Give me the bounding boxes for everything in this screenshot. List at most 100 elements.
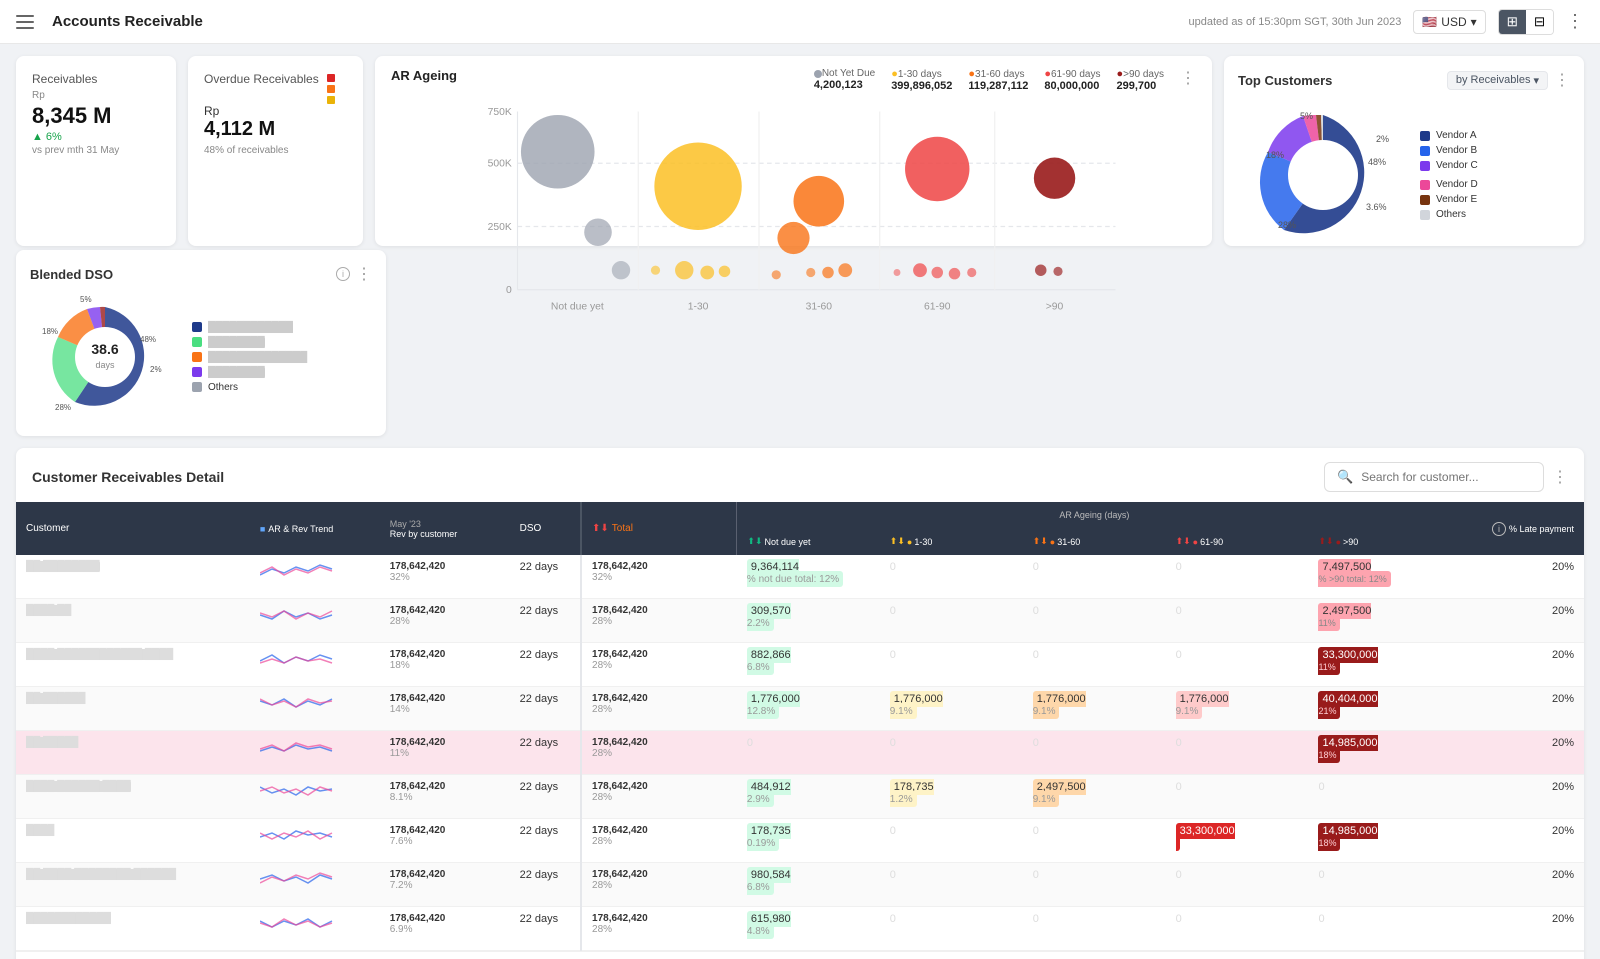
table-row-dso: 22 days [510,819,581,863]
others-color [1420,210,1430,220]
others-label: Others [1436,209,1466,220]
dso-segment-2 [192,337,202,347]
dso-info-icon[interactable]: i [336,267,350,281]
gt90-dot: ● [1116,68,1123,80]
receivables-amount: 8,345 M [32,103,160,129]
table-row-mini-chart [250,819,380,863]
svg-text:38.6: 38.6 [91,341,118,357]
table-row-not-due: 882,8666.8% [737,643,880,687]
sidebar-toggle-button[interactable] [16,10,40,34]
table-row-late-payment: 20% [1451,907,1584,951]
dso-content: 38.6 days 48% 28% 18% 5% 2% ████████████ [30,292,372,422]
svg-text:3.6%: 3.6% [1366,202,1387,212]
currency-selector[interactable]: 🇺🇸 USD ▾ [1413,10,1485,34]
table-row-customer: ████ ██ [16,599,250,643]
top-customers-donut-svg: 48% 28% 18% 5% 3.6% 2% [1238,100,1408,250]
ar-ageing-card: AR Ageing Not Yet Due 4,200,123 ● [375,56,1212,246]
legend-not-yet-due: Not Yet Due 4,200,123 [814,68,875,92]
legend-others: Others [1420,209,1478,220]
table-row-rev: 178,642,420 8.1% [380,775,510,819]
col-header-31-60: ⬆⬇ ● 31-60 [1023,528,1166,555]
overdue-header: Overdue Receivables [204,72,347,104]
table-row-late-payment: 20% [1451,863,1584,907]
table-row-not-due: 1,776,00012.8% [737,687,880,731]
table-view-button[interactable]: ⊟ [1526,10,1553,34]
overdue-bar-1 [327,74,335,82]
col-header-late-payment: i % Late payment [1451,502,1584,555]
svg-text:500K: 500K [488,159,512,170]
dso-segment-3 [192,352,202,362]
table-footer: Count: 36 vendors 125,678,924,231 456,80… [16,951,1584,959]
customer-search-input[interactable] [1361,470,1531,484]
header-right: updated as of 15:30pm SGT, 30th Jun 2023… [1189,9,1585,35]
table-row-customer: ████ ████████████ ████ [16,643,250,687]
svg-text:48%: 48% [1368,157,1386,167]
card-view-button[interactable]: ⊞ [1499,10,1526,34]
table-section-title: Customer Receivables Detail [32,469,224,485]
receivables-title: Receivables [32,72,160,86]
table-row-mini-chart [250,555,380,599]
table-row-mini-chart [250,863,380,907]
overdue-receivables-card: Overdue Receivables Rp 4,112 M 48% of re… [188,56,363,246]
col-header-1-30: ⬆⬇ ● 1-30 [880,528,1023,555]
table-row-mini-chart [250,907,380,951]
table-row-1-30: 178,7351.2% [880,775,1023,819]
table-row-mini-chart [250,775,380,819]
table-row-not-due: 9,364,114% not due total: 12% [737,555,880,599]
table-row-late-payment: 20% [1451,599,1584,643]
col-header-dso: DSO [510,502,581,555]
top-row: Receivables Rp 8,345 M ▲ 6% vs prev mth … [16,56,1584,246]
overdue-bars [327,74,335,104]
late-payment-info-icon[interactable]: i [1492,522,1506,536]
table-row-total: 178,642,420 28% [581,819,737,863]
table-row-1-30: 0 [880,555,1023,599]
table-row-61-90: 0 [1166,775,1309,819]
table-row-gt90: 14,985,00018% [1308,731,1451,775]
svg-text:18%: 18% [42,327,58,336]
table-row-total: 178,642,420 28% [581,643,737,687]
table-row-total: 178,642,420 28% [581,687,737,731]
table-row-customer: ██ ██████ [16,687,250,731]
ar-ageing-more-button[interactable]: ⋮ [1180,68,1196,92]
view-toggle: ⊞ ⊟ [1498,9,1554,35]
table-row-not-due: 178,7350.19% [737,819,880,863]
customer-search-box[interactable]: 🔍 [1324,462,1544,492]
ar-ageing-bubble-chart: 750K 500K 250K 0 Not due yet 1-30 31-60 [391,100,1196,330]
by-receivables-label: by Receivables [1456,74,1531,86]
table-row-61-90: 0 [1166,907,1309,951]
svg-text:2%: 2% [150,365,162,374]
top-customers-more-button[interactable]: ⋮ [1554,70,1570,90]
table-row-gt90: 0 [1308,775,1451,819]
table-row-1-30: 0 [880,907,1023,951]
svg-text:28%: 28% [1278,220,1296,230]
header-more-options-button[interactable]: ⋮ [1566,11,1584,32]
table-row-61-90: 0 [1166,643,1309,687]
col-header-total: ⬆⬇ Total [581,502,737,555]
table-more-options-button[interactable]: ⋮ [1552,467,1568,487]
table-row-late-payment: 20% [1451,643,1584,687]
table-row-late-payment: 20% [1451,687,1584,731]
table-row-gt90: 2,497,50011% [1308,599,1451,643]
vendor-b-color [1420,146,1430,156]
dso-more-button[interactable]: ⋮ [356,264,372,284]
not-yet-due-value: 4,200,123 [814,79,863,91]
61-90-value: 80,000,000 [1044,80,1099,92]
currency-label: USD [1441,15,1466,29]
table-row-mini-chart [250,599,380,643]
vendor-d-color [1420,180,1430,190]
table-row-late-payment: 20% [1451,555,1584,599]
header-left: Accounts Receivable [16,10,203,34]
col-header-may: May '23 Rev by customer [380,502,510,555]
svg-text:0: 0 [506,285,512,296]
by-receivables-button[interactable]: by Receivables ▾ [1447,71,1548,90]
table-row-31-60: 2,497,5009.1% [1023,775,1166,819]
table-row-gt90: 0 [1308,907,1451,951]
table-row-1-30: 0 [880,819,1023,863]
top-customers-legend: Vendor A Vendor B Vendor C Vendor D [1420,130,1478,220]
top-customers-title: Top Customers [1238,73,1332,88]
table-row-1-30: 1,776,0009.1% [880,687,1023,731]
page-title: Accounts Receivable [52,13,203,30]
table-row-rev: 178,642,420 14% [380,687,510,731]
table-row-rev: 178,642,420 28% [380,599,510,643]
table-row-customer: ████ ██████ ████ [16,775,250,819]
